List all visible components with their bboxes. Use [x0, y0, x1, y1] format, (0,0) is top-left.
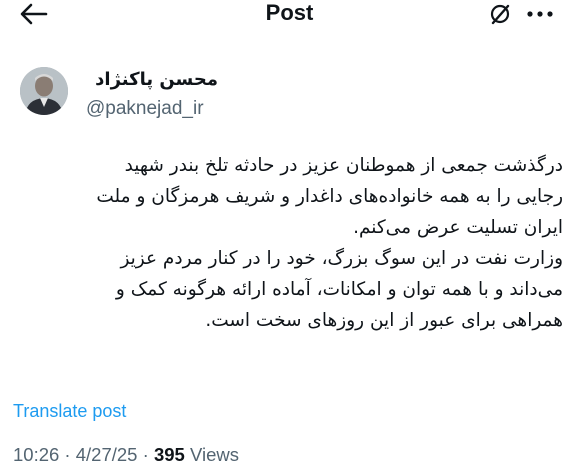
tweet-line: وزارت نفت در این سوگ بزرگ، خود را در کنا…	[120, 248, 563, 269]
post-date[interactable]: 4/27/25	[76, 444, 138, 465]
post-metadata: 10:26 · 4/27/25 · 395 Views	[13, 443, 239, 467]
tweet-line: همراهی برای عبور از این روزهای سخت است.	[205, 310, 563, 331]
more-horizontal-icon[interactable]	[525, 6, 555, 22]
meta-separator: ·	[59, 444, 76, 465]
translate-post-link[interactable]: Translate post	[13, 399, 126, 423]
author-display-name[interactable]: محسن پاکنژاد	[95, 68, 218, 92]
avatar[interactable]	[20, 67, 68, 115]
top-bar: Post	[0, 0, 579, 30]
tweet-text: درگذشت جمعی از هموطنان عزیز در حادثه تلخ…	[7, 150, 563, 336]
tweet-line: ایران تسلیت عرض می‌کنم.	[353, 217, 563, 238]
tweet-line: می‌داند و با همه توان و امکانات، آماده ا…	[115, 279, 563, 300]
tweet-line: درگذشت جمعی از هموطنان عزیز در حادثه تلخ…	[124, 155, 563, 176]
views-label: Views	[184, 444, 239, 465]
post-time[interactable]: 10:26	[13, 444, 59, 465]
views-count: 395	[153, 444, 185, 465]
author-handle[interactable]: @paknejad_ir	[86, 97, 204, 121]
grok-icon[interactable]	[489, 3, 511, 25]
meta-separator: ·	[137, 444, 154, 465]
tweet-line: رجایی را به همه خانواده‌های داغدار و شری…	[96, 186, 563, 207]
profile-photo	[20, 67, 68, 115]
